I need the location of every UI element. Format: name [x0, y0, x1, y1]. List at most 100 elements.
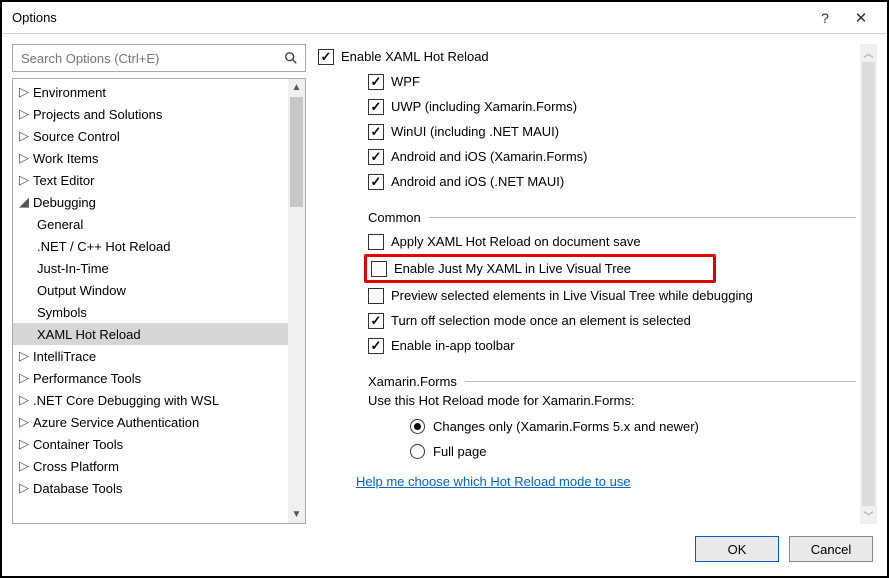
tree-item-xaml-hot-reload[interactable]: XAML Hot Reload	[13, 323, 288, 345]
checkbox-label: Android and iOS (Xamarin.Forms)	[391, 149, 588, 164]
section-xamarin: Xamarin.Forms	[318, 374, 856, 389]
tree-item-output-window[interactable]: Output Window	[13, 279, 288, 301]
tree-item-text-editor[interactable]: ▷Text Editor	[13, 169, 288, 191]
tree-item-intellitrace[interactable]: ▷IntelliTrace	[13, 345, 288, 367]
chevron-right-icon: ▷	[17, 151, 31, 165]
checkbox-icon[interactable]	[368, 124, 384, 140]
close-icon[interactable]: ✕	[843, 9, 879, 27]
window-title: Options	[12, 10, 807, 25]
cancel-button[interactable]: Cancel	[789, 536, 873, 562]
divider	[465, 381, 856, 382]
scroll-thumb[interactable]	[290, 97, 303, 207]
radio-label: Changes only (Xamarin.Forms 5.x and newe…	[433, 419, 699, 434]
checkbox-apply-on-save[interactable]: Apply XAML Hot Reload on document save	[318, 229, 856, 254]
options-dialog: Options ? ✕ ▷Environment ▷Projects and S…	[0, 0, 889, 578]
settings-pane: Enable XAML Hot Reload WPF UWP (includin…	[318, 44, 877, 524]
chevron-right-icon: ▷	[17, 393, 31, 407]
chevron-down-icon: ◢	[17, 195, 31, 209]
checkbox-wpf[interactable]: WPF	[318, 69, 856, 94]
tree-item-environment[interactable]: ▷Environment	[13, 81, 288, 103]
chevron-right-icon: ▷	[17, 129, 31, 143]
tree-item-cross-platform[interactable]: ▷Cross Platform	[13, 455, 288, 477]
checkbox-label: Apply XAML Hot Reload on document save	[391, 234, 641, 249]
search-box[interactable]	[12, 44, 306, 72]
checkbox-icon[interactable]	[368, 74, 384, 90]
radio-icon[interactable]	[410, 444, 425, 459]
chevron-right-icon: ▷	[17, 415, 31, 429]
tree-scrollbar[interactable]: ▲ ▼	[288, 79, 305, 523]
tree-item-net-cpp-hot-reload[interactable]: .NET / C++ Hot Reload	[13, 235, 288, 257]
radio-label: Full page	[433, 444, 486, 459]
dialog-footer: OK Cancel	[2, 530, 887, 576]
radio-icon[interactable]	[410, 419, 425, 434]
chevron-right-icon: ▷	[17, 173, 31, 187]
search-icon[interactable]	[283, 50, 299, 66]
tree-item-container-tools[interactable]: ▷Container Tools	[13, 433, 288, 455]
checkbox-label: WPF	[391, 74, 420, 89]
tree-item-debugging[interactable]: ◢Debugging	[13, 191, 288, 213]
section-common: Common	[318, 210, 856, 225]
checkbox-icon[interactable]	[371, 261, 387, 277]
options-tree: ▷Environment ▷Projects and Solutions ▷So…	[12, 78, 306, 524]
settings-scrollbar[interactable]: ︿ ﹀	[860, 44, 877, 524]
radio-changes-only[interactable]: Changes only (Xamarin.Forms 5.x and newe…	[318, 414, 856, 439]
checkbox-label: WinUI (including .NET MAUI)	[391, 124, 559, 139]
chevron-right-icon: ▷	[17, 459, 31, 473]
tree-item-source-control[interactable]: ▷Source Control	[13, 125, 288, 147]
search-input[interactable]	[19, 50, 283, 67]
tree-item-netcore-wsl[interactable]: ▷.NET Core Debugging with WSL	[13, 389, 288, 411]
checkbox-icon[interactable]	[318, 49, 334, 65]
tree-items: ▷Environment ▷Projects and Solutions ▷So…	[13, 79, 288, 523]
scroll-down-icon[interactable]: ▼	[288, 506, 305, 523]
scroll-thumb[interactable]	[862, 62, 875, 506]
checkbox-icon[interactable]	[368, 288, 384, 304]
checkbox-icon[interactable]	[368, 234, 384, 250]
checkbox-android-ios-maui[interactable]: Android and iOS (.NET MAUI)	[318, 169, 856, 194]
chevron-right-icon: ▷	[17, 481, 31, 495]
scroll-up-icon[interactable]: ︿	[860, 44, 877, 61]
checkbox-preview-selected[interactable]: Preview selected elements in Live Visual…	[318, 283, 856, 308]
checkbox-label: Enable XAML Hot Reload	[341, 49, 489, 64]
scroll-up-icon[interactable]: ▲	[288, 79, 305, 96]
checkbox-uwp[interactable]: UWP (including Xamarin.Forms)	[318, 94, 856, 119]
tree-item-jit[interactable]: Just-In-Time	[13, 257, 288, 279]
tree-item-symbols[interactable]: Symbols	[13, 301, 288, 323]
content-area: ▷Environment ▷Projects and Solutions ▷So…	[2, 34, 887, 530]
chevron-right-icon: ▷	[17, 349, 31, 363]
checkbox-turn-off-selection[interactable]: Turn off selection mode once an element …	[318, 308, 856, 333]
checkbox-android-ios-xamarin[interactable]: Android and iOS (Xamarin.Forms)	[318, 144, 856, 169]
checkbox-inapp-toolbar[interactable]: Enable in-app toolbar	[318, 333, 856, 358]
checkbox-winui[interactable]: WinUI (including .NET MAUI)	[318, 119, 856, 144]
checkbox-label: Enable Just My XAML in Live Visual Tree	[394, 261, 631, 276]
chevron-right-icon: ▷	[17, 107, 31, 121]
checkbox-icon[interactable]	[368, 174, 384, 190]
divider	[429, 217, 856, 218]
scroll-down-icon[interactable]: ﹀	[860, 507, 877, 524]
ok-button[interactable]: OK	[695, 536, 779, 562]
tree-item-projects[interactable]: ▷Projects and Solutions	[13, 103, 288, 125]
checkbox-icon[interactable]	[368, 149, 384, 165]
checkbox-icon[interactable]	[368, 99, 384, 115]
checkbox-icon[interactable]	[368, 338, 384, 354]
tree-item-database-tools[interactable]: ▷Database Tools	[13, 477, 288, 499]
help-link[interactable]: Help me choose which Hot Reload mode to …	[318, 474, 631, 489]
chevron-right-icon: ▷	[17, 437, 31, 451]
checkbox-enable-hot-reload[interactable]: Enable XAML Hot Reload	[318, 44, 856, 69]
tree-item-perf-tools[interactable]: ▷Performance Tools	[13, 367, 288, 389]
tree-item-work-items[interactable]: ▷Work Items	[13, 147, 288, 169]
radio-full-page[interactable]: Full page	[318, 439, 856, 464]
chevron-right-icon: ▷	[17, 371, 31, 385]
checkbox-just-my-xaml-highlighted[interactable]: Enable Just My XAML in Live Visual Tree	[364, 254, 716, 283]
tree-item-general[interactable]: General	[13, 213, 288, 235]
checkbox-label: Android and iOS (.NET MAUI)	[391, 174, 564, 189]
checkbox-label: Turn off selection mode once an element …	[391, 313, 691, 328]
tree-item-azure-auth[interactable]: ▷Azure Service Authentication	[13, 411, 288, 433]
checkbox-label: Preview selected elements in Live Visual…	[391, 288, 753, 303]
titlebar: Options ? ✕	[2, 2, 887, 34]
checkbox-icon[interactable]	[368, 313, 384, 329]
help-icon[interactable]: ?	[807, 10, 843, 26]
checkbox-label: UWP (including Xamarin.Forms)	[391, 99, 577, 114]
chevron-right-icon: ▷	[17, 85, 31, 99]
section-label: Xamarin.Forms	[368, 374, 457, 389]
xamarin-note: Use this Hot Reload mode for Xamarin.For…	[318, 393, 856, 408]
